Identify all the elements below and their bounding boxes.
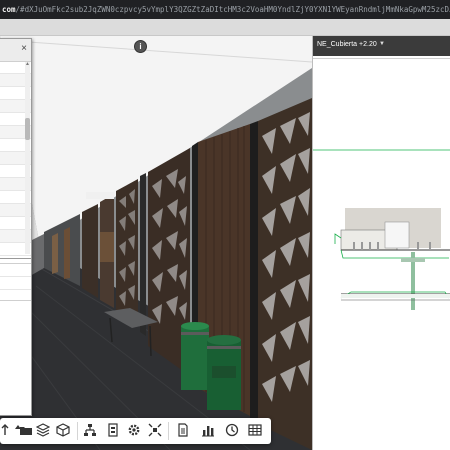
viewer-top-strip <box>0 19 450 36</box>
tree-scrollbar[interactable]: ▲ <box>25 61 30 254</box>
folder-icon[interactable] <box>19 423 33 437</box>
panel-header: × <box>0 39 31 62</box>
toolbar-separator <box>77 422 78 440</box>
cube-icon[interactable] <box>56 423 70 437</box>
panel-divider <box>313 58 450 59</box>
3d-scene <box>0 36 312 450</box>
properties-list <box>0 263 31 301</box>
table-icon[interactable] <box>248 423 262 437</box>
url-path: /#dXJuOmFkc2sub2JqZWN0czpvcy5vYmplY3QZGZ… <box>15 5 450 14</box>
panel-divider[interactable] <box>0 258 31 259</box>
toolbar-separator <box>168 422 169 440</box>
3d-viewport[interactable] <box>0 36 312 450</box>
info-button[interactable]: i <box>134 40 147 53</box>
view-name-label[interactable]: NE_Cubierta +2.20 <box>317 41 377 48</box>
model-browser-icon[interactable] <box>83 423 97 437</box>
facade-panel-lattice-b <box>258 98 312 450</box>
viewer-toolbar <box>0 418 271 444</box>
gear-icon[interactable] <box>127 423 141 437</box>
chevron-down-icon[interactable]: ▼ <box>379 41 385 47</box>
model-browser-panel: × ▲ <box>0 38 32 416</box>
properties-icon[interactable] <box>106 423 120 437</box>
clock-icon[interactable] <box>225 423 239 437</box>
scrollbar-thumb[interactable] <box>25 118 30 140</box>
waste-bin-right <box>207 335 241 410</box>
scroll-up-icon[interactable]: ▲ <box>25 61 30 67</box>
elevation-drawing[interactable] <box>313 126 450 356</box>
browser-address-bar[interactable]: com/#dXJuOmFkc2sub2JqZWN0czpvcy5vYmplY3Q… <box>0 0 450 19</box>
property-row <box>0 277 31 290</box>
sheet-view-panel: NE_Cubierta +2.20 ▼ <box>312 36 450 450</box>
waste-bin-left <box>181 322 209 390</box>
sheet-view-header: NE_Cubierta +2.20 ▼ <box>313 36 450 56</box>
explode-icon[interactable] <box>148 423 162 437</box>
document-icon[interactable] <box>176 423 190 437</box>
bar-chart-icon[interactable] <box>201 423 215 437</box>
property-row <box>0 264 31 277</box>
url-domain: com <box>2 5 16 14</box>
close-icon[interactable]: × <box>21 43 27 54</box>
ceiling-light-fixture <box>86 192 114 199</box>
layers-icon[interactable] <box>36 423 50 437</box>
facade-panel-far <box>82 204 98 298</box>
